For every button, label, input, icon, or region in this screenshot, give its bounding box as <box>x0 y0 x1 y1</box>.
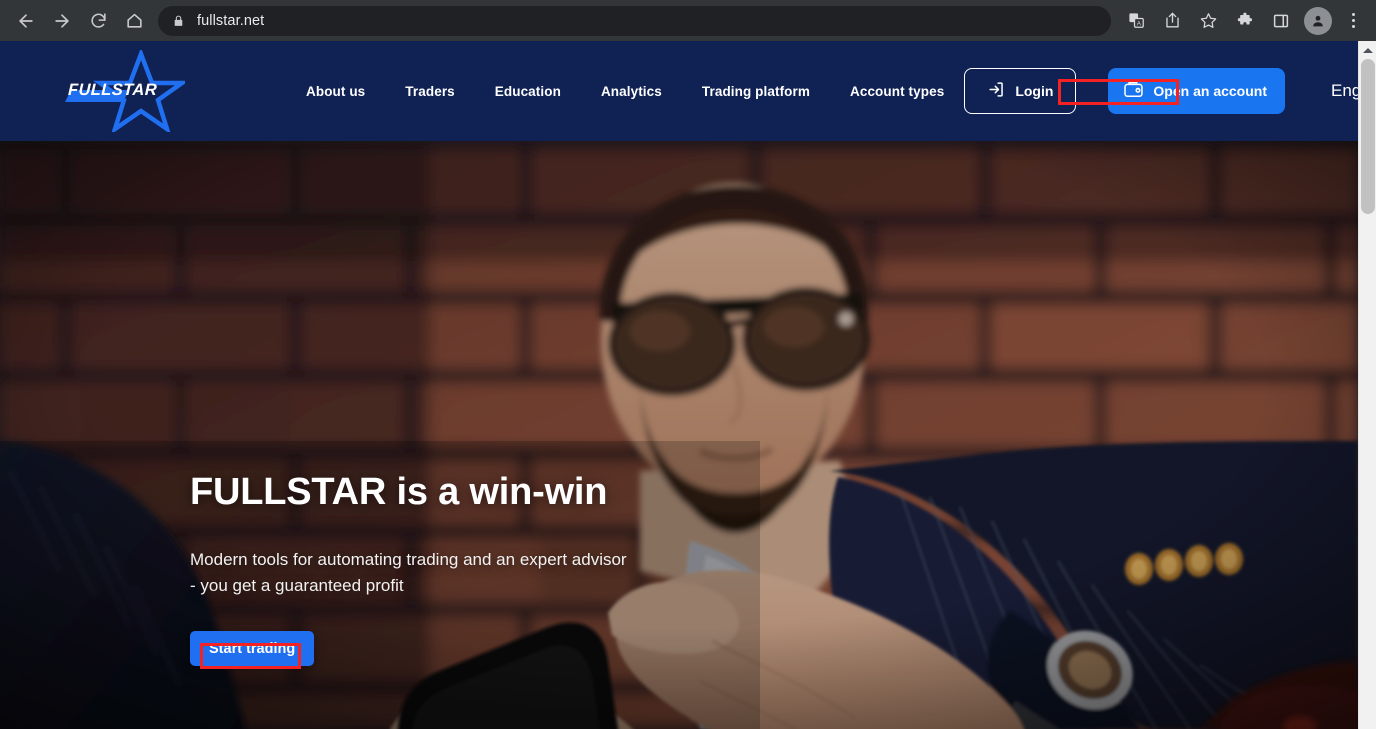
card-icon <box>1124 81 1146 101</box>
logo-text: FULLSTAR <box>67 81 158 99</box>
scrollbar-thumb[interactable] <box>1361 59 1375 214</box>
chrome-menu-icon[interactable] <box>1338 4 1368 38</box>
site-header: FULLSTAR About us Traders Education Anal… <box>0 41 1358 141</box>
start-trading-label: Start trading <box>209 640 296 657</box>
back-icon[interactable] <box>8 3 44 39</box>
share-icon[interactable] <box>1155 4 1189 38</box>
translate-icon[interactable]: A <box>1119 4 1153 38</box>
browser-toolbar-right <box>1229 4 1368 38</box>
nav-item-education[interactable]: Education <box>475 84 581 99</box>
login-label: Login <box>1015 83 1054 99</box>
nav-item-analytics[interactable]: Analytics <box>581 84 682 99</box>
omnibox-actions: A <box>1119 4 1225 38</box>
hero-content: FULLSTAR is a win-win Modern tools for a… <box>190 471 810 666</box>
home-icon[interactable] <box>116 3 152 39</box>
open-account-button[interactable]: Open an account <box>1108 68 1285 114</box>
nav-item-traders[interactable]: Traders <box>385 84 474 99</box>
main-navigation: About us Traders Education Analytics Tra… <box>286 84 964 99</box>
address-bar[interactable]: fullstar.net <box>158 5 1111 36</box>
language-selector[interactable]: English <box>1331 81 1358 101</box>
profile-avatar-icon[interactable] <box>1304 6 1332 35</box>
header-actions: Login Open an account English <box>964 68 1358 114</box>
hero-title: FULLSTAR is a win-win <box>190 471 608 513</box>
login-arrow-icon <box>987 80 1006 102</box>
page-scrollbar[interactable] <box>1358 41 1376 729</box>
nav-item-trading-platform[interactable]: Trading platform <box>682 84 830 99</box>
url-text: fullstar.net <box>197 12 265 29</box>
open-account-label: Open an account <box>1153 83 1267 99</box>
hero-section: FULLSTAR is a win-win Modern tools for a… <box>0 141 1358 729</box>
login-button[interactable]: Login <box>964 68 1077 114</box>
nav-item-about-us[interactable]: About us <box>286 84 385 99</box>
scroll-up-arrow-icon[interactable] <box>1359 41 1376 59</box>
browser-toolbar: fullstar.net A <box>0 0 1376 41</box>
bookmark-star-icon[interactable] <box>1191 4 1225 38</box>
hero-subtitle-line-2: - you get a guaranteed profit <box>190 576 404 595</box>
page-viewport: FULLSTAR About us Traders Education Anal… <box>0 41 1358 729</box>
language-label: English <box>1331 81 1358 100</box>
lock-icon[interactable] <box>172 14 185 28</box>
extensions-puzzle-icon[interactable] <box>1229 4 1263 38</box>
side-panel-icon[interactable] <box>1264 4 1298 38</box>
site-logo[interactable]: FULLSTAR <box>63 50 185 132</box>
hero-subtitle: Modern tools for automating trading and … <box>190 547 810 599</box>
nav-item-account-types[interactable]: Account types <box>830 84 964 99</box>
reload-icon[interactable] <box>80 3 116 39</box>
forward-icon[interactable] <box>44 3 80 39</box>
start-trading-button[interactable]: Start trading <box>190 631 315 666</box>
hero-subtitle-line-1: Modern tools for automating trading and … <box>190 550 627 569</box>
